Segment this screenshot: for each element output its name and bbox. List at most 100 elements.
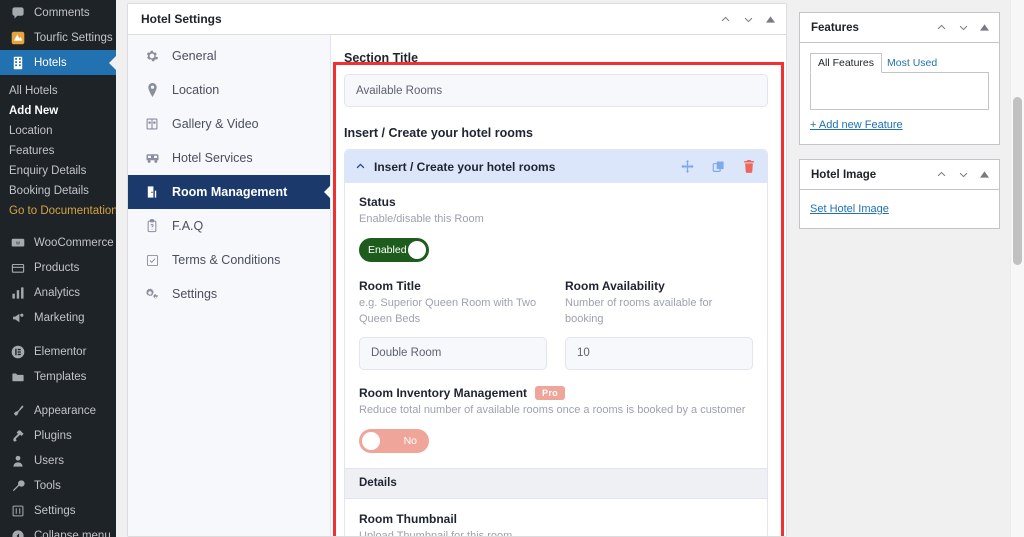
- features-metabox-body: All Features Most Used + Add new Feature: [800, 43, 999, 144]
- right-sidebar-column: Features All Features Most Used + Add ne…: [799, 12, 1000, 243]
- tab-gallery-video[interactable]: Gallery & Video: [128, 107, 330, 141]
- section-title-input[interactable]: [344, 74, 768, 107]
- sidebar-subitem-features[interactable]: Features: [0, 141, 116, 161]
- hotel-image-metabox: Hotel Image Set Hotel Image: [799, 159, 1000, 229]
- move-down-icon[interactable]: [739, 10, 757, 28]
- sidebar-label: Comments: [34, 6, 90, 19]
- hotel-image-controls: [932, 166, 992, 184]
- room-accordion-header[interactable]: Insert / Create your hotel rooms: [345, 150, 767, 183]
- sidebar-item-collapse-menu[interactable]: Collapse menu: [0, 523, 116, 537]
- status-toggle[interactable]: Enabled: [359, 237, 429, 262]
- sidebar-item-comments[interactable]: Comments: [0, 0, 116, 25]
- room-title-field: Room Title e.g. Superior Queen Room with…: [359, 279, 547, 370]
- sidebar-subitem-location[interactable]: Location: [0, 121, 116, 141]
- tab-label: Hotel Services: [172, 151, 253, 165]
- analytics-icon: [9, 284, 27, 302]
- add-new-feature-link[interactable]: + Add new Feature: [810, 119, 903, 131]
- door-icon: [144, 184, 160, 200]
- settings-icon: [9, 502, 27, 520]
- sidebar-label: Tools: [34, 479, 61, 492]
- delete-icon[interactable]: [743, 160, 755, 173]
- sidebar-label: Plugins: [34, 429, 72, 442]
- toggle-panel-icon[interactable]: [976, 166, 992, 184]
- move-up-icon[interactable]: [932, 19, 950, 37]
- features-title: Features: [811, 21, 859, 34]
- sidebar-item-woocommerce[interactable]: W WooCommerce: [0, 230, 116, 255]
- sidebar-item-hotels[interactable]: Hotels: [0, 50, 116, 75]
- sidebar-item-analytics[interactable]: Analytics: [0, 280, 116, 305]
- tab-terms-conditions[interactable]: Terms & Conditions: [128, 243, 330, 277]
- room-management-content: Section Title Insert / Create your hotel…: [331, 35, 786, 537]
- sidebar-item-marketing[interactable]: Marketing: [0, 305, 116, 330]
- hotel-image-metabox-header: Hotel Image: [800, 160, 999, 190]
- wordpress-admin-sidebar: Comments Tourfic Settings Hotels All Hot…: [0, 0, 116, 537]
- gallery-icon: [144, 116, 160, 132]
- set-hotel-image-link[interactable]: Set Hotel Image: [810, 203, 889, 215]
- sidebar-item-settings[interactable]: Settings: [0, 498, 116, 523]
- faq-icon: [144, 218, 160, 234]
- move-up-icon[interactable]: [932, 166, 950, 184]
- drag-handle-icon[interactable]: [681, 160, 694, 173]
- room-title-input[interactable]: [359, 336, 547, 370]
- plugins-icon: [9, 427, 27, 445]
- features-list-box[interactable]: [810, 72, 989, 110]
- tab-all-features[interactable]: All Features: [810, 53, 883, 73]
- tab-label: F.A.Q: [172, 219, 204, 233]
- tab-room-management[interactable]: Room Management: [128, 175, 331, 209]
- room-thumbnail-title: Room Thumbnail: [359, 511, 457, 526]
- sidebar-item-products[interactable]: Products: [0, 255, 116, 280]
- chevron-up-icon[interactable]: [355, 161, 366, 172]
- move-up-icon[interactable]: [716, 10, 734, 28]
- toggle-panel-icon[interactable]: [762, 10, 778, 28]
- move-down-icon[interactable]: [954, 19, 972, 37]
- page-scrollbar-thumb[interactable]: [1013, 97, 1022, 265]
- gear-icon: [144, 48, 160, 64]
- tab-general[interactable]: General: [128, 39, 330, 73]
- section-title-label: Section Title: [344, 51, 419, 65]
- sidebar-item-tourfic-settings[interactable]: Tourfic Settings: [0, 25, 116, 50]
- tab-settings[interactable]: Settings: [128, 277, 330, 311]
- details-label: Details: [359, 477, 397, 490]
- tab-hotel-services[interactable]: Hotel Services: [128, 141, 330, 175]
- room-thumbnail-field: Room Thumbnail Upload Thumbnail for this…: [345, 499, 767, 537]
- sidebar-subitem-add-new[interactable]: Add New: [0, 101, 116, 121]
- sidebar-subitem-all-hotels[interactable]: All Hotels: [0, 81, 116, 101]
- room-accordion: Insert / Create your hotel rooms Status …: [344, 149, 768, 537]
- features-metabox-header: Features: [800, 13, 999, 43]
- room-availability-input[interactable]: [565, 336, 753, 370]
- room-thumbnail-desc: Upload Thumbnail for this room: [359, 529, 513, 537]
- page-scrollbar-track[interactable]: [1010, 0, 1024, 537]
- sidebar-item-plugins[interactable]: Plugins: [0, 423, 116, 448]
- tab-location[interactable]: Location: [128, 73, 330, 107]
- sidebar-label: Products: [34, 261, 80, 274]
- room-availability-label: Room Availability: [565, 278, 665, 293]
- checkbox-icon: [144, 252, 160, 268]
- toggle-panel-icon[interactable]: [976, 19, 992, 37]
- move-down-icon[interactable]: [954, 166, 972, 184]
- tab-most-used[interactable]: Most Used: [882, 54, 944, 72]
- inventory-toggle[interactable]: No: [359, 428, 429, 453]
- sidebar-sublabel: Enquiry Details: [9, 165, 87, 177]
- sidebar-subitem-enquiry-details[interactable]: Enquiry Details: [0, 161, 116, 181]
- pro-badge: Pro: [535, 385, 565, 400]
- comments-icon: [9, 4, 27, 22]
- tourfic-icon: [9, 29, 27, 47]
- sidebar-subitem-documentation[interactable]: Go to Documentation: [0, 201, 116, 221]
- sidebar-label: Collapse menu: [34, 529, 111, 537]
- inventory-field: Room Inventory Management Pro Reduce tot…: [359, 385, 753, 453]
- tab-label: Settings: [172, 287, 218, 301]
- sidebar-label: Users: [34, 454, 65, 467]
- sidebar-item-tools[interactable]: Tools: [0, 473, 116, 498]
- room-availability-field: Room Availability Number of rooms availa…: [565, 279, 753, 370]
- duplicate-icon[interactable]: [712, 160, 725, 173]
- room-title-label: Room Title: [359, 278, 421, 293]
- sidebar-item-templates[interactable]: Templates: [0, 364, 116, 389]
- sidebar-label: Settings: [34, 504, 76, 517]
- room-accordion-actions: [681, 160, 755, 173]
- sidebar-item-appearance[interactable]: Appearance: [0, 398, 116, 423]
- tab-faq[interactable]: F.A.Q: [128, 209, 330, 243]
- hotel-settings-panel-header: Hotel Settings: [128, 4, 786, 35]
- sidebar-subitem-booking-details[interactable]: Booking Details: [0, 181, 116, 201]
- sidebar-item-users[interactable]: Users: [0, 448, 116, 473]
- sidebar-item-elementor[interactable]: Elementor: [0, 339, 116, 364]
